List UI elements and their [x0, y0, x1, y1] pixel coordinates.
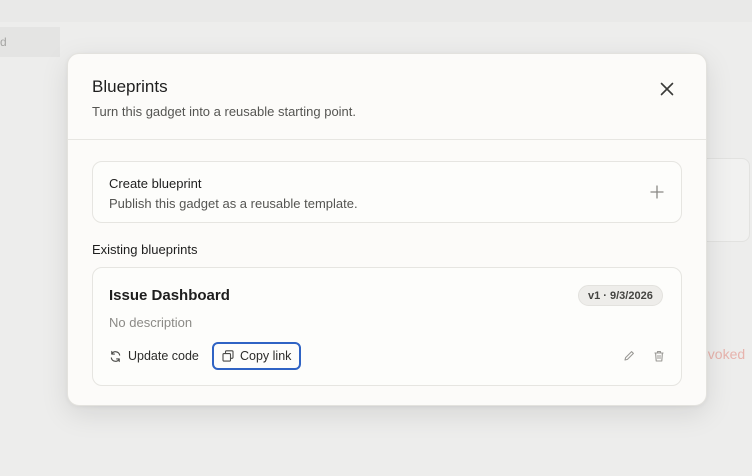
update-code-button[interactable]: Update code — [109, 342, 199, 370]
blueprint-card: Issue Dashboard v1 · 9/3/2026 No descrip… — [92, 267, 682, 386]
blueprint-name: Issue Dashboard — [109, 287, 230, 304]
trash-icon — [654, 351, 664, 362]
background-field-text: d — [0, 35, 7, 49]
existing-blueprints-label: Existing blueprints — [92, 242, 198, 257]
create-blueprint-title: Create blueprint — [109, 176, 202, 191]
pencil-icon — [624, 351, 634, 361]
create-blueprint-button[interactable]: Create blueprint Publish this gadget as … — [92, 161, 682, 223]
blueprints-modal: Blueprints Turn this gadget into a reusa… — [67, 53, 707, 406]
create-blueprint-description: Publish this gadget as a reusable templa… — [109, 196, 358, 211]
close-icon — [660, 82, 674, 96]
delete-button[interactable] — [651, 348, 667, 364]
modal-subtitle: Turn this gadget into a reusable startin… — [92, 104, 357, 119]
copy-icon — [222, 350, 234, 362]
background-field: d — [0, 27, 60, 57]
modal-title: Blueprints — [92, 77, 168, 96]
close-button[interactable] — [653, 75, 681, 103]
modal-header: Blueprints Turn this gadget into a reusa… — [68, 54, 706, 140]
copy-link-label: Copy link — [240, 349, 292, 363]
version-badge: v1 · 9/3/2026 — [578, 285, 663, 306]
refresh-icon — [110, 350, 121, 362]
blueprint-description: No description — [109, 315, 193, 330]
copy-link-button[interactable]: Copy link — [212, 342, 302, 370]
background-top-bar — [0, 0, 752, 22]
update-code-label: Update code — [128, 349, 199, 363]
edit-button[interactable] — [621, 348, 637, 364]
plus-icon — [650, 185, 664, 199]
